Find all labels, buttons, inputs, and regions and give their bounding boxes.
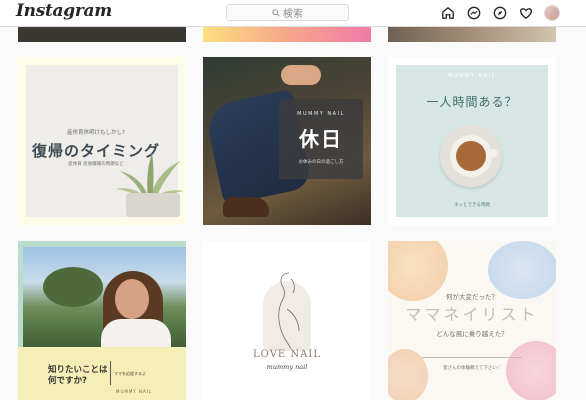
explore-icon[interactable] xyxy=(492,5,508,21)
post-title: 知りたいことは何ですか? xyxy=(48,365,108,386)
avatar xyxy=(544,5,560,21)
post-tile-partial-3[interactable] xyxy=(388,26,556,42)
photo-shirt xyxy=(101,319,171,349)
plant-pot xyxy=(126,193,180,217)
search-placeholder: 検索 xyxy=(283,9,303,20)
post-question: 何が大変だった？ xyxy=(446,293,498,301)
post-brand: MUMMY NAIL xyxy=(448,73,496,79)
profile-avatar[interactable] xyxy=(544,5,560,21)
line-art-figure xyxy=(278,272,300,349)
post-tile-alone-time[interactable]: MUMMY NAIL 一人時間ある？ ホッとできる時間 xyxy=(388,57,556,225)
post-photo xyxy=(23,247,186,349)
post-tile-partial-2[interactable] xyxy=(203,26,371,42)
nav-icons xyxy=(440,5,560,21)
search-input[interactable]: 検索 xyxy=(226,4,349,21)
post-tile-mama-nailist[interactable]: 何が大変だった？ ママネイリスト どんな風に乗り越えた？ 皆さんの体験教えて下さ… xyxy=(388,241,556,400)
post-brand: MUMMY NAIL xyxy=(116,389,153,394)
post-subtitle: ママを応援するよ xyxy=(114,371,146,376)
post-title: LOVE NAIL xyxy=(253,349,321,360)
post-brand: MUMMY NAIL xyxy=(297,111,345,117)
post-tile-holiday[interactable]: MUMMY NAIL 休日 お休みの日の過ごし方 xyxy=(203,57,371,225)
messenger-icon[interactable] xyxy=(466,5,482,21)
divider-line xyxy=(422,357,522,358)
cup-handle-graphic xyxy=(488,149,498,157)
home-icon[interactable] xyxy=(440,5,456,21)
post-title: ママネイリスト xyxy=(405,305,539,324)
text-overlay-box: MUMMY NAIL 休日 お休みの日の過ごし方 xyxy=(279,99,363,179)
post-footer: ホッとできる時間 xyxy=(454,203,490,208)
post-subtitle: mummy nail xyxy=(266,363,308,371)
coffee-graphic xyxy=(456,141,486,171)
post-tile-partial-1[interactable] xyxy=(18,26,186,42)
post-title: 一人時間ある？ xyxy=(426,95,518,109)
caption-band: 知りたいことは何ですか? ママを応援するよ MUMMY NAIL xyxy=(18,347,186,400)
instagram-logo[interactable]: Instagram xyxy=(16,1,112,21)
post-small-text: 産休育休明けもしかし? xyxy=(67,130,125,136)
post-tile-return-timing[interactable]: 産休育休明けもしかし? 復帰のタイミング 産休育 産後職場の時期など xyxy=(18,57,186,225)
divider-line xyxy=(110,361,111,385)
photo-hand xyxy=(281,65,321,85)
heart-icon[interactable] xyxy=(518,5,534,21)
search-icon xyxy=(272,8,280,17)
post-footer: 皆さんの体験教えて下さい♡ xyxy=(443,366,501,371)
post-image: 産休育休明けもしかし? 復帰のタイミング 産休育 産後職場の時期など xyxy=(26,65,184,217)
post-subtitle: お休みの日の過ごし方 xyxy=(298,160,344,165)
top-navigation-bar: Instagram 検索 xyxy=(0,0,586,27)
post-question: どんな風に乗り越えた？ xyxy=(436,330,508,338)
post-title: 休日 xyxy=(299,127,343,151)
explore-grid: 産休育休明けもしかし? 復帰のタイミング 産休育 産後職場の時期など MUMMY… xyxy=(18,0,558,400)
photo-shoe xyxy=(223,197,269,217)
post-image: MUMMY NAIL 一人時間ある？ ホッとできる時間 xyxy=(396,65,548,217)
photo-tree xyxy=(43,267,103,307)
post-tile-questions[interactable]: 知りたいことは何ですか? ママを応援するよ MUMMY NAIL xyxy=(18,241,186,400)
photo-face xyxy=(115,279,149,319)
post-tile-love-nail[interactable]: LOVE NAIL mummy nail xyxy=(203,241,371,400)
